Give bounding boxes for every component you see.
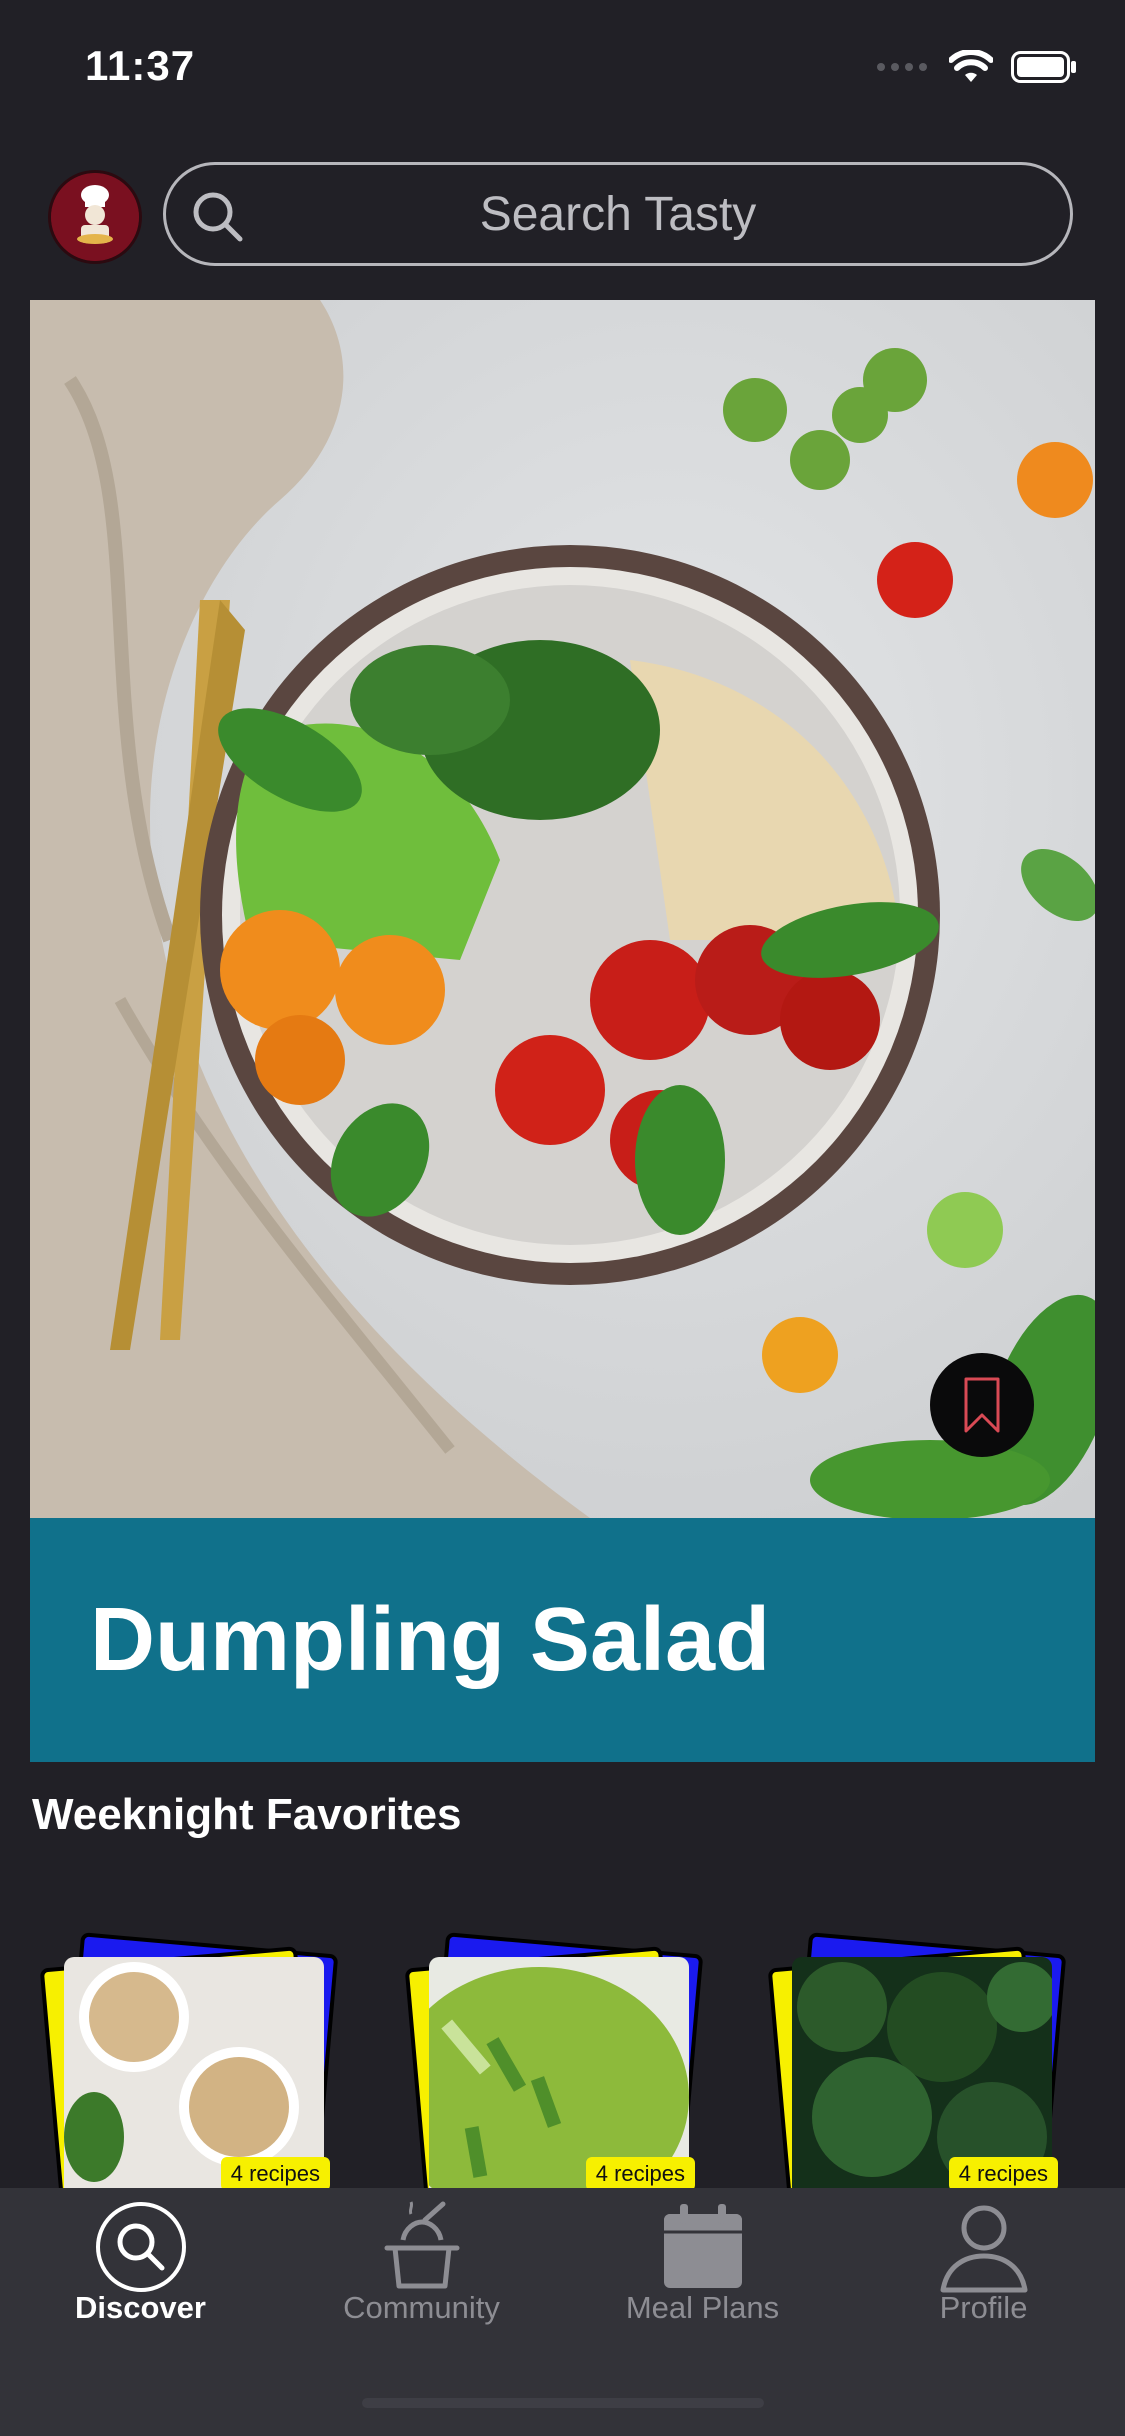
profile-icon [940, 2205, 1027, 2293]
wifi-icon [949, 50, 993, 82]
tab-label: Meal Plans [625, 2290, 780, 2325]
meal-plans-icon [663, 2204, 742, 2288]
status-time: 11:37 [85, 42, 196, 89]
tab-label: Profile [939, 2290, 1028, 2325]
recipe-count-badge: 4 recipes [948, 2157, 1058, 2191]
community-icon [384, 2201, 459, 2289]
collection-card[interactable]: 4 recipes [758, 1932, 1078, 2216]
hero-recipe-image[interactable] [30, 300, 1095, 1518]
home-indicator [362, 2398, 764, 2408]
bookmark-icon [964, 1377, 1000, 1433]
recipe-count-badge: 4 recipes [585, 2157, 695, 2191]
avatar[interactable] [48, 170, 142, 264]
search-icon [193, 192, 243, 242]
recipe-title-banner[interactable]: Dumpling Salad [30, 1518, 1095, 1762]
tab-community[interactable]: Community [281, 2188, 562, 2388]
collection-card[interactable]: 4 recipes [30, 1932, 350, 2216]
salad-bowl-image [30, 300, 1095, 1518]
tab-profile[interactable]: Profile [843, 2188, 1124, 2388]
battery-icon [1011, 51, 1076, 83]
tab-discover[interactable]: Discover [0, 2188, 281, 2388]
tab-label: Community [343, 2290, 500, 2325]
chef-logo-icon [51, 173, 139, 261]
tab-label: Discover [75, 2290, 206, 2325]
section-title: Weeknight Favorites [32, 1790, 462, 1839]
bookmark-button[interactable] [930, 1353, 1034, 1457]
search-bar[interactable]: Search Tasty [163, 162, 1073, 266]
collection-card[interactable]: 4 recipes [395, 1932, 715, 2216]
cellular-signal-icon [877, 63, 927, 71]
status-icons [875, 50, 1077, 84]
tab-meal-plans[interactable]: Meal Plans [562, 2188, 843, 2388]
recipe-count-badge: 4 recipes [220, 2157, 330, 2191]
search-placeholder: Search Tasty [479, 187, 757, 241]
recipe-title: Dumpling Salad [90, 1589, 771, 1690]
discover-icon [95, 2202, 186, 2292]
